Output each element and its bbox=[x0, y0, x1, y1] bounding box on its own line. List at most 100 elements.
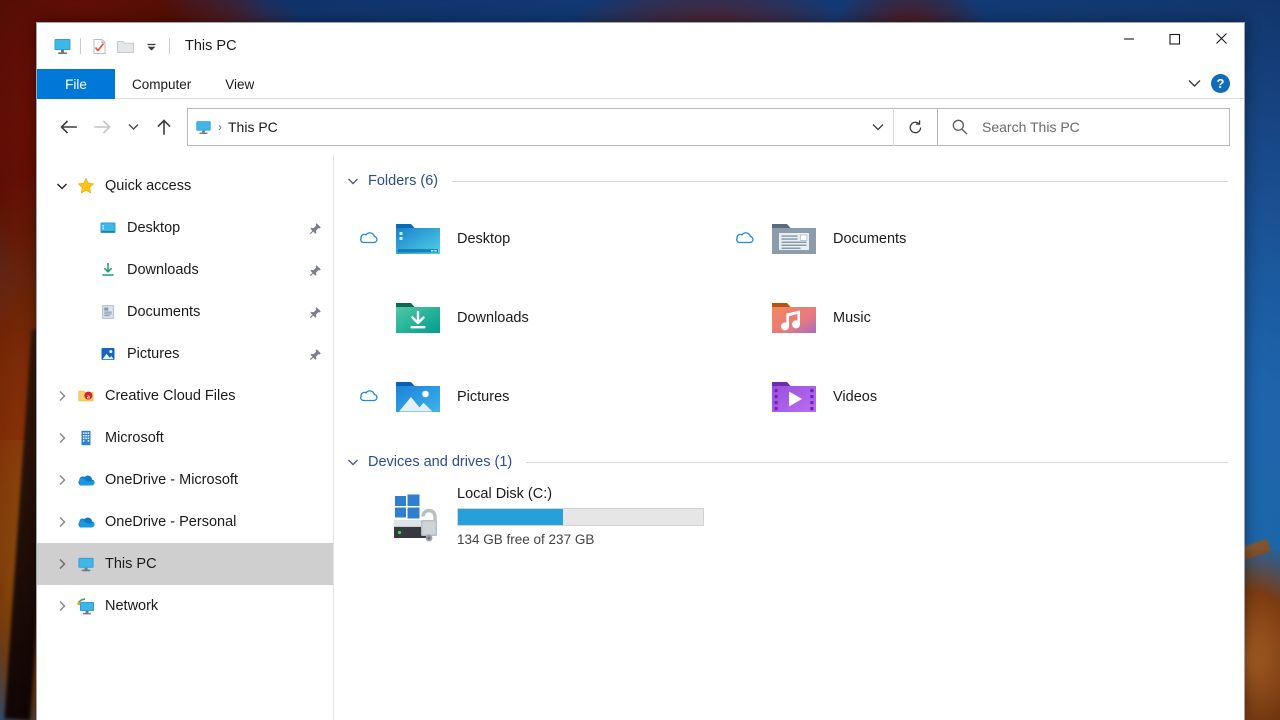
sidebar-item-pictures[interactable]: Pictures bbox=[37, 333, 333, 375]
folder-tile-documents[interactable]: Documents bbox=[722, 199, 1228, 278]
sidebar-item-documents[interactable]: Documents bbox=[37, 291, 333, 333]
this-pc-icon bbox=[188, 119, 218, 136]
sidebar-item-label: OneDrive - Personal bbox=[105, 514, 236, 530]
folder-label: Pictures bbox=[457, 389, 509, 405]
drive-capacity-fill bbox=[458, 509, 563, 525]
star-icon bbox=[75, 177, 97, 195]
documents-icon bbox=[97, 303, 119, 321]
address-bar[interactable]: › This PC bbox=[187, 108, 938, 146]
search-input[interactable]: Search This PC bbox=[938, 108, 1230, 146]
forward-button[interactable] bbox=[85, 110, 119, 144]
pin-icon[interactable] bbox=[307, 306, 323, 319]
chevron-right-icon[interactable] bbox=[49, 432, 75, 444]
folder-tile-pictures[interactable]: Pictures bbox=[346, 357, 722, 436]
sidebar-item-label: OneDrive - Microsoft bbox=[105, 472, 238, 488]
folder-tile-videos[interactable]: Videos bbox=[722, 357, 1228, 436]
sidebar-item-onedrive-personal[interactable]: OneDrive - Personal bbox=[37, 501, 333, 543]
navigation-pane: Quick access Desktop bbox=[37, 155, 334, 720]
sidebar-item-label: Microsoft bbox=[105, 430, 164, 446]
group-rule bbox=[526, 462, 1228, 463]
pin-icon[interactable] bbox=[307, 348, 323, 361]
sidebar-item-label: Downloads bbox=[127, 262, 199, 278]
chevron-down-icon[interactable] bbox=[346, 177, 360, 186]
this-pc-icon[interactable] bbox=[49, 33, 75, 59]
group-rule bbox=[452, 181, 1228, 182]
window-controls bbox=[1106, 23, 1244, 69]
chevron-right-icon[interactable] bbox=[49, 558, 75, 570]
chevron-right-icon[interactable] bbox=[49, 390, 75, 402]
folder-videos-icon bbox=[768, 376, 820, 418]
onedrive-icon bbox=[75, 514, 97, 530]
new-folder-icon[interactable] bbox=[112, 33, 138, 59]
drive-free-space-text: 134 GB free of 237 GB bbox=[457, 532, 704, 547]
drive-label: Local Disk (C:) bbox=[457, 486, 704, 502]
back-button[interactable] bbox=[51, 110, 85, 144]
window-body: Quick access Desktop bbox=[37, 155, 1244, 720]
sidebar-item-network[interactable]: Network bbox=[37, 585, 333, 627]
refresh-icon[interactable] bbox=[893, 108, 937, 146]
quick-access-toolbar bbox=[37, 33, 175, 59]
svg-text:?: ? bbox=[1217, 76, 1225, 91]
creative-cloud-icon: a bbox=[75, 387, 97, 405]
search-icon bbox=[938, 118, 982, 136]
folder-desktop-icon bbox=[392, 218, 444, 260]
pin-icon[interactable] bbox=[307, 222, 323, 235]
close-button[interactable] bbox=[1198, 23, 1244, 54]
folder-tile-downloads[interactable]: Downloads bbox=[346, 278, 722, 357]
sidebar-item-microsoft[interactable]: Microsoft bbox=[37, 417, 333, 459]
group-title: Folders (6) bbox=[368, 173, 438, 189]
toolbar-divider bbox=[169, 38, 170, 54]
folder-tile-desktop[interactable]: Desktop bbox=[346, 199, 722, 278]
pin-icon[interactable] bbox=[307, 264, 323, 277]
svg-text:a: a bbox=[87, 394, 90, 400]
breadcrumb-separator: › bbox=[218, 120, 228, 134]
search-placeholder: Search This PC bbox=[982, 119, 1080, 135]
hard-drive-bitlocker-icon bbox=[392, 484, 444, 546]
sidebar-item-creative-cloud-files[interactable]: a Creative Cloud Files bbox=[37, 375, 333, 417]
help-icon[interactable]: ? bbox=[1210, 73, 1232, 95]
folder-tile-music[interactable]: Music bbox=[722, 278, 1228, 357]
sidebar-item-this-pc[interactable]: This PC bbox=[37, 543, 333, 585]
window-title: This PC bbox=[185, 38, 237, 54]
address-chevron-down-icon[interactable] bbox=[863, 122, 893, 132]
onedrive-icon bbox=[75, 472, 97, 488]
tab-computer[interactable]: Computer bbox=[115, 69, 208, 99]
group-header-devices-and-drives[interactable]: Devices and drives (1) bbox=[346, 444, 1228, 480]
up-button[interactable] bbox=[147, 110, 181, 144]
recent-locations-chevron-down-icon[interactable] bbox=[119, 110, 147, 144]
desktop-icon bbox=[97, 219, 119, 237]
file-explorer-window: This PC File Computer View ? bbox=[36, 22, 1245, 720]
sidebar-item-desktop[interactable]: Desktop bbox=[37, 207, 333, 249]
breadcrumb-this-pc[interactable]: This PC bbox=[228, 119, 278, 135]
chevron-down-icon[interactable] bbox=[346, 458, 360, 467]
chevron-down-icon[interactable] bbox=[49, 182, 75, 191]
tab-file[interactable]: File bbox=[37, 69, 115, 99]
minimize-button[interactable] bbox=[1106, 23, 1152, 54]
tab-view[interactable]: View bbox=[208, 69, 271, 99]
customize-dropdown-icon[interactable] bbox=[138, 33, 164, 59]
chevron-right-icon[interactable] bbox=[49, 600, 75, 612]
folder-tile-grid: Desktop bbox=[346, 199, 1228, 436]
chevron-right-icon[interactable] bbox=[49, 474, 75, 486]
drive-tile-local-disk-c[interactable]: Local Disk (C:) 134 GB free of 237 GB bbox=[346, 480, 1228, 570]
network-icon bbox=[75, 597, 97, 616]
folder-label: Videos bbox=[833, 389, 877, 405]
sidebar-item-label: Pictures bbox=[127, 346, 179, 362]
sidebar-item-onedrive-microsoft[interactable]: OneDrive - Microsoft bbox=[37, 459, 333, 501]
cloud-status-icon bbox=[722, 231, 768, 246]
sidebar-item-quick-access[interactable]: Quick access bbox=[37, 165, 333, 207]
ribbon-right-controls: ? bbox=[1180, 69, 1244, 98]
properties-icon[interactable] bbox=[86, 33, 112, 59]
sidebar-item-label: Documents bbox=[127, 304, 200, 320]
chevron-right-icon[interactable] bbox=[49, 516, 75, 528]
folder-pictures-icon bbox=[392, 376, 444, 418]
sidebar-item-label: Desktop bbox=[127, 220, 180, 236]
sidebar-item-label: Quick access bbox=[105, 178, 191, 194]
maximize-button[interactable] bbox=[1152, 23, 1198, 54]
expand-ribbon-chevron-down-icon[interactable] bbox=[1180, 71, 1208, 97]
address-bar-row: › This PC Search This PC bbox=[37, 99, 1244, 155]
folder-label: Downloads bbox=[457, 310, 529, 326]
group-title: Devices and drives (1) bbox=[368, 454, 512, 470]
sidebar-item-downloads[interactable]: Downloads bbox=[37, 249, 333, 291]
group-header-folders[interactable]: Folders (6) bbox=[346, 163, 1228, 199]
